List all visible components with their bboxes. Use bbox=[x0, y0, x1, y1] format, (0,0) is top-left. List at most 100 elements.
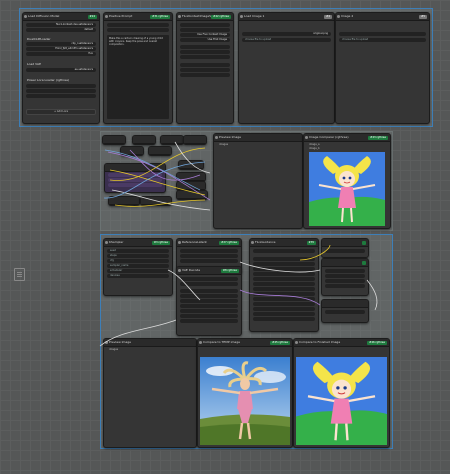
node-vae-decode[interactable]: VAE Decode #8 rgthree bbox=[176, 266, 242, 336]
node-title: Preview Image bbox=[109, 340, 132, 344]
lora-toggle-widget[interactable] bbox=[26, 84, 96, 88]
node-title: Load Image 1 bbox=[244, 14, 265, 18]
latent-slot[interactable] bbox=[180, 254, 238, 258]
param-widget[interactable] bbox=[180, 304, 238, 308]
node-positive-prompt[interactable]: Positive Prompt #31 rgthree Make this a c… bbox=[103, 12, 173, 124]
cartoon-result-image[interactable] bbox=[309, 152, 385, 226]
param-widget[interactable] bbox=[253, 307, 315, 311]
vae-name-widget[interactable]: ae.safetensors bbox=[26, 68, 96, 72]
image-input-slot[interactable] bbox=[180, 23, 230, 27]
cartoon-finished-image[interactable] bbox=[296, 357, 387, 445]
use-first-image-toggle[interactable]: Use First Image bbox=[180, 38, 230, 42]
width-widget[interactable] bbox=[180, 50, 230, 54]
weight-dtype-widget[interactable]: default bbox=[26, 28, 96, 32]
param-widget[interactable] bbox=[253, 272, 315, 276]
ratio-widget[interactable] bbox=[180, 63, 230, 67]
param-widget[interactable] bbox=[253, 267, 315, 271]
node-conditioning-zero[interactable] bbox=[321, 238, 369, 258]
output-slot[interactable] bbox=[180, 259, 238, 263]
steps-widget[interactable]: steps bbox=[107, 254, 169, 258]
clip-input-slot[interactable] bbox=[107, 23, 169, 27]
node-flux-guidance[interactable]: FluxGuidance #35 bbox=[249, 238, 319, 332]
node-compare-finished[interactable]: Compare to Finished Image #46 rgthree bbox=[293, 338, 390, 448]
reroute-node[interactable] bbox=[120, 146, 144, 156]
reroute-node[interactable] bbox=[102, 135, 126, 145]
node-preview-image[interactable]: Preview Image images bbox=[103, 338, 197, 448]
param-widget[interactable] bbox=[253, 297, 315, 301]
reroute-node[interactable] bbox=[176, 190, 208, 200]
node-image-stitch[interactable] bbox=[321, 299, 369, 323]
reroute-node[interactable] bbox=[148, 146, 172, 156]
conditioning-slot[interactable] bbox=[180, 249, 238, 253]
sampler-widget[interactable]: sampler_name bbox=[107, 264, 169, 268]
node-preview-image-small[interactable]: Preview Image images bbox=[213, 133, 303, 229]
height-widget[interactable] bbox=[180, 55, 230, 59]
crop-widget[interactable] bbox=[180, 73, 230, 77]
reroute-node[interactable] bbox=[108, 196, 140, 206]
upload-button[interactable]: choose file to upload bbox=[339, 38, 426, 42]
node-load-image-1[interactable]: Load Image 1 #4 original.png choose file … bbox=[238, 12, 335, 124]
queue-panel-icon[interactable] bbox=[14, 268, 25, 281]
cfg-widget[interactable]: cfg bbox=[107, 259, 169, 263]
add-lora-button[interactable]: + Add Lora bbox=[26, 109, 96, 115]
model-slot[interactable] bbox=[253, 249, 315, 253]
upscale-widget[interactable] bbox=[180, 28, 230, 32]
reroute-node[interactable] bbox=[132, 135, 156, 145]
reroute-node[interactable] bbox=[140, 196, 172, 206]
reroute-node[interactable] bbox=[178, 160, 204, 170]
param-widget[interactable] bbox=[253, 277, 315, 281]
param-widget[interactable] bbox=[180, 314, 238, 318]
param-widget[interactable] bbox=[253, 287, 315, 291]
clip1-widget[interactable]: clip_l.safetensors bbox=[26, 42, 96, 46]
node-badge: #43 rgthree bbox=[368, 135, 388, 140]
reroute-node[interactable] bbox=[160, 135, 184, 145]
scheduler-widget[interactable]: scheduler bbox=[107, 269, 169, 273]
node-badge: #46 rgthree bbox=[367, 340, 387, 345]
node-empty-latent[interactable] bbox=[321, 258, 369, 296]
image-input-slot[interactable] bbox=[107, 28, 169, 32]
param-widget[interactable] bbox=[253, 292, 315, 296]
param-widget[interactable] bbox=[180, 299, 238, 303]
seed-widget[interactable]: seed bbox=[107, 249, 169, 253]
param-widget[interactable] bbox=[253, 262, 315, 266]
param-widget[interactable] bbox=[253, 312, 315, 316]
resolution-widget[interactable] bbox=[180, 45, 230, 49]
lora-row-widget[interactable] bbox=[26, 94, 96, 98]
param-widget[interactable] bbox=[180, 294, 238, 298]
node-muted-lora[interactable] bbox=[104, 163, 166, 193]
denoise-widget[interactable]: denoise bbox=[107, 274, 169, 278]
node-title: Compare to Finished Image bbox=[299, 340, 341, 344]
param-widget[interactable] bbox=[253, 282, 315, 286]
node-badge: #24 bbox=[87, 14, 97, 19]
samples-slot[interactable] bbox=[180, 277, 238, 281]
workflow-canvas[interactable]: Load Diffusion Model #24 flux1-kontext-de… bbox=[0, 0, 450, 474]
photo-original-image[interactable] bbox=[200, 357, 290, 445]
node-compare-original[interactable]: Compare to TEMP image #45 rgthree bbox=[197, 338, 293, 448]
use-flux-context-toggle[interactable]: Use Flux Context Image bbox=[180, 33, 230, 37]
node-flux-kontext-image-scale[interactable]: FluxKontextImageScale #42 rgthree Use Flu… bbox=[176, 12, 234, 124]
param-widget[interactable] bbox=[253, 302, 315, 306]
image-select-widget[interactable] bbox=[339, 32, 426, 36]
param-widget[interactable] bbox=[253, 317, 315, 321]
node-badge: #4 bbox=[324, 14, 332, 19]
node-title-power-lora: Power Lora Loader (rgthree) bbox=[27, 78, 70, 82]
upload-button[interactable]: choose file to upload bbox=[242, 38, 331, 42]
param-widget[interactable] bbox=[180, 289, 238, 293]
clip-type-widget[interactable]: flux bbox=[26, 52, 96, 56]
clip2-widget[interactable]: t5xxl_fp8_e4m3fn.safetensors bbox=[26, 47, 96, 51]
reroute-node[interactable] bbox=[183, 135, 207, 145]
node-image-comparer[interactable]: Image Comparer (rgthree) #43 rgthree imag… bbox=[303, 133, 391, 229]
node-badge: #35 bbox=[306, 240, 316, 245]
node-load-diffusion-model[interactable]: Load Diffusion Model #24 flux1-kontext-de… bbox=[22, 12, 100, 124]
prompt-textarea[interactable]: Make this a cartoon drawing of a young c… bbox=[107, 35, 169, 119]
lora-row-widget[interactable] bbox=[26, 89, 96, 93]
param-widget[interactable] bbox=[180, 319, 238, 323]
guidance-widget[interactable] bbox=[253, 257, 315, 261]
param-widget[interactable] bbox=[180, 309, 238, 313]
vae-slot[interactable] bbox=[180, 282, 238, 286]
node-ksampler[interactable]: KSampler #3 rgthree seed steps cfg sample… bbox=[103, 238, 173, 296]
node-load-image-2[interactable]: Image 2 #5 choose file to upload bbox=[335, 12, 430, 124]
method-widget[interactable] bbox=[180, 68, 230, 72]
image-select-widget[interactable]: original.png bbox=[242, 32, 331, 36]
unet-name-widget[interactable]: flux1-kontext-dev.safetensors bbox=[26, 23, 96, 27]
